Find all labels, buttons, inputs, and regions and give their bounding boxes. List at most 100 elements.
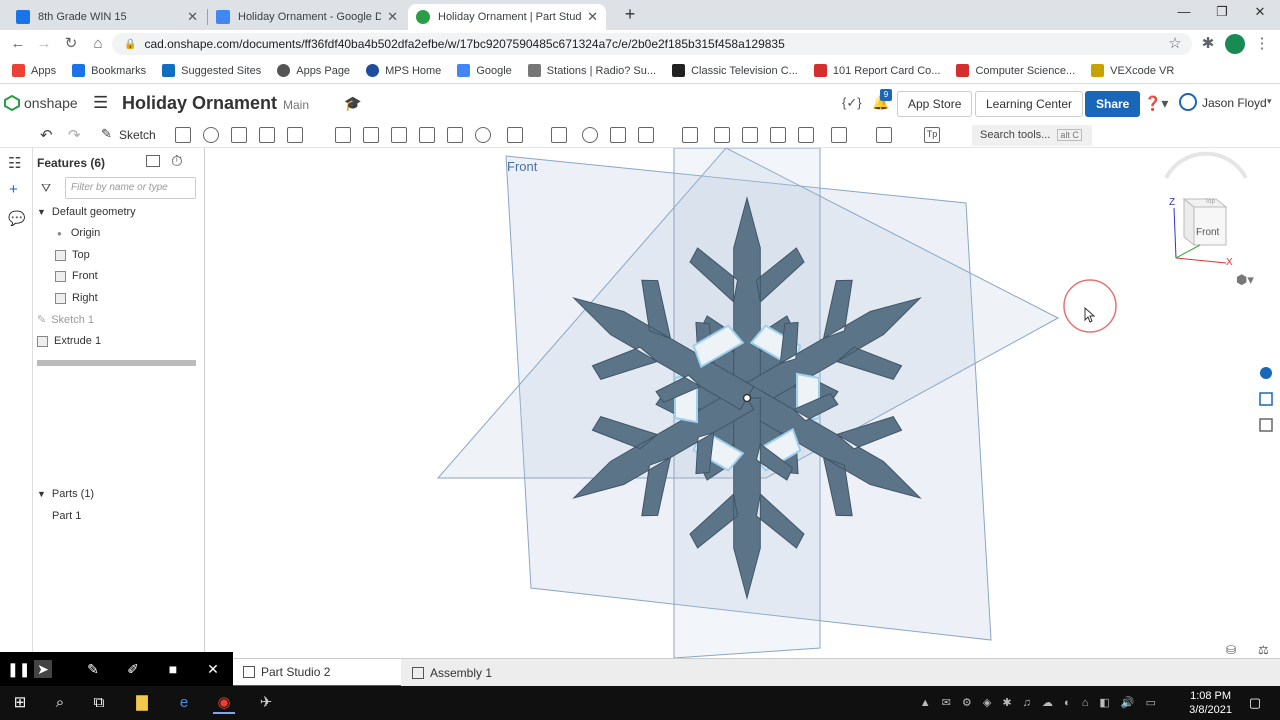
chrome-icon[interactable]: ◉: [213, 692, 235, 714]
graduation-cap-icon[interactable]: 🎓: [344, 95, 361, 112]
back-icon[interactable]: ←: [8, 34, 28, 54]
windows-start-icon[interactable]: ⊞: [9, 692, 31, 714]
maximize-button[interactable]: ❐: [1204, 4, 1240, 22]
revolve-icon[interactable]: [203, 127, 219, 143]
close-icon[interactable]: ✕: [387, 9, 398, 25]
close-icon[interactable]: ✕: [587, 9, 598, 25]
plane-icon[interactable]: [831, 127, 847, 143]
tab-assembly-1[interactable]: Assembly 1: [402, 659, 568, 687]
app-store-button[interactable]: App Store: [897, 91, 973, 117]
feature-origin[interactable]: ● Origin: [57, 227, 100, 239]
feature-sketch-1[interactable]: ✎ Sketch 1: [37, 313, 94, 327]
hamburger-menu-icon[interactable]: ☰: [93, 93, 108, 113]
mass-properties-icon[interactable]: [1259, 392, 1273, 406]
profile-avatar[interactable]: [1225, 34, 1245, 54]
sweep-icon[interactable]: [231, 127, 247, 143]
bookmark-star-icon[interactable]: ☆: [1165, 34, 1185, 54]
parts-header[interactable]: ▼ Parts (1): [37, 488, 94, 500]
bookmark-vexcode[interactable]: VEXcode VR: [1091, 64, 1174, 77]
rollback-bar[interactable]: [37, 360, 196, 366]
home-icon[interactable]: ⌂: [88, 34, 108, 54]
feature-front-plane[interactable]: Front: [55, 270, 98, 282]
origin-marker[interactable]: [742, 393, 752, 403]
bookmark-bookmarks[interactable]: Bookmarks: [72, 64, 146, 77]
pointer-icon[interactable]: ➤: [34, 660, 52, 678]
new-tab-button[interactable]: +: [612, 4, 648, 24]
close-recorder-icon[interactable]: ✕: [204, 660, 222, 678]
part-1-item[interactable]: Part 1: [52, 510, 81, 522]
rollback-timer-icon[interactable]: ⏱: [171, 153, 183, 170]
user-avatar-icon[interactable]: [1179, 93, 1197, 111]
edge-icon[interactable]: e: [173, 692, 195, 714]
feature-list-icon[interactable]: ☷: [8, 154, 21, 172]
workspace-branch[interactable]: Main: [283, 98, 309, 112]
feature-top-plane[interactable]: Top: [55, 249, 90, 261]
close-icon[interactable]: ✕: [187, 9, 198, 25]
help-icon[interactable]: ❓▾: [1144, 95, 1168, 112]
url-field[interactable]: 🔒 cad.onshape.com/documents/ff36fdf40ba4…: [112, 33, 1192, 55]
add-folder-icon[interactable]: [146, 155, 160, 167]
feature-right-plane[interactable]: Right: [55, 292, 98, 304]
tab-part-studio-2[interactable]: Part Studio 2: [233, 659, 401, 687]
section-view-icon[interactable]: ⛁: [1226, 643, 1236, 657]
boolean-icon[interactable]: [582, 127, 598, 143]
view-rotate-arc[interactable]: [1164, 151, 1248, 179]
insert-icon[interactable]: +: [9, 181, 18, 198]
bookmark-computer-science[interactable]: Computer Science...: [956, 64, 1075, 77]
browser-tab-onshape[interactable]: Holiday Ornament | Part Studio 2 ✕: [408, 4, 606, 30]
highlighter-icon[interactable]: ✐: [124, 660, 142, 678]
transform-icon[interactable]: [638, 127, 654, 143]
configuration-panel-icon[interactable]: [1259, 418, 1273, 432]
replace-face-icon[interactable]: [798, 127, 814, 143]
mate-connector-icon[interactable]: [876, 127, 892, 143]
plane-tool-icon[interactable]: Tp: [924, 127, 940, 143]
fillet-icon[interactable]: [335, 127, 351, 143]
extensions-icon[interactable]: ✱: [1198, 34, 1218, 54]
bookmark-apps[interactable]: Apps: [12, 64, 56, 77]
notification-center-icon[interactable]: ▢: [1244, 692, 1266, 714]
delete-face-icon[interactable]: [742, 127, 758, 143]
view-cube-menu-icon[interactable]: ⬢▾: [1236, 273, 1254, 288]
split-icon[interactable]: [610, 127, 626, 143]
loft-icon[interactable]: [259, 127, 275, 143]
minimize-button[interactable]: —: [1166, 4, 1202, 22]
bookmark-report-card[interactable]: 101 Report Card Co...: [813, 64, 940, 77]
shell-icon[interactable]: [447, 127, 463, 143]
learning-center-button[interactable]: Learning Center: [975, 91, 1084, 117]
bookmark-classic-tv[interactable]: Classic Television C...: [672, 64, 798, 77]
close-window-button[interactable]: ✕: [1242, 4, 1278, 22]
document-title[interactable]: Holiday Ornament: [122, 93, 277, 114]
webcam-icon[interactable]: ■: [164, 660, 182, 678]
bookmark-suggested-sites[interactable]: Suggested Sites: [162, 64, 261, 77]
forward-icon[interactable]: →: [34, 34, 54, 54]
pen-icon[interactable]: ✎: [84, 660, 102, 678]
share-button[interactable]: Share: [1085, 91, 1141, 117]
file-explorer-icon[interactable]: ▇: [131, 692, 153, 714]
bookmark-mps-home[interactable]: MPS Home: [366, 64, 441, 77]
bookmark-apps-page[interactable]: Apps Page: [277, 64, 350, 77]
reload-icon[interactable]: ↻: [61, 34, 81, 54]
pattern-icon[interactable]: [507, 127, 523, 143]
onshape-logo-icon[interactable]: [4, 95, 20, 111]
search-tools-input[interactable]: Search tools... alt C: [972, 125, 1092, 146]
bookmark-google[interactable]: Google: [457, 64, 512, 77]
measure-icon[interactable]: ⚖: [1258, 643, 1269, 657]
filter-input[interactable]: Filter by name or type: [65, 177, 196, 199]
extrude-icon[interactable]: [175, 127, 191, 143]
search-icon[interactable]: ⌕: [49, 692, 71, 714]
user-name[interactable]: Jason Floyd: [1202, 96, 1267, 110]
delete-part-icon[interactable]: [682, 127, 698, 143]
app-icon[interactable]: ✈: [255, 692, 277, 714]
sketch-button[interactable]: Sketch: [119, 128, 156, 142]
chevron-down-icon[interactable]: ▾: [1267, 96, 1272, 107]
hole-icon[interactable]: [475, 127, 491, 143]
browser-tab-win15[interactable]: 8th Grade WIN 15 ✕: [8, 4, 206, 30]
undo-icon[interactable]: ↶: [40, 126, 53, 144]
comments-icon[interactable]: 💬: [8, 210, 25, 227]
chamfer-icon[interactable]: [363, 127, 379, 143]
graphics-viewport[interactable]: Front Top Front Z X ⬢▾ ⛁ ⚖: [206, 148, 1280, 658]
browser-tab-google-doc[interactable]: Holiday Ornament - Google Doc ✕: [208, 4, 406, 30]
system-clock[interactable]: 1:08 PM 3/8/2021: [1189, 689, 1232, 717]
view-cube[interactable]: Top Front Z X: [1169, 197, 1233, 268]
chrome-menu-icon[interactable]: ⋮: [1252, 34, 1272, 54]
